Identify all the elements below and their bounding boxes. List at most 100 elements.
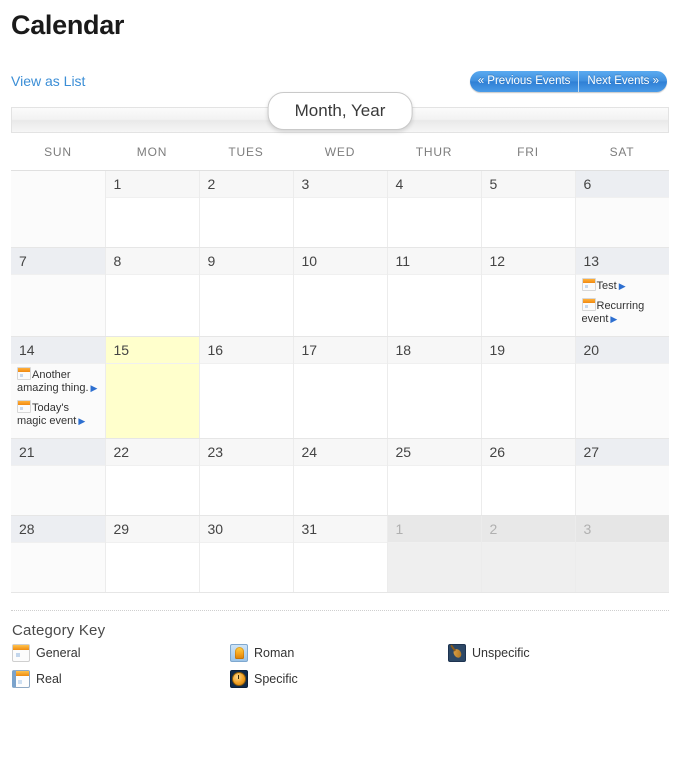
weekday-header-wed: WED xyxy=(293,133,387,171)
calendar-day-cell[interactable]: 16 xyxy=(199,336,294,439)
category-key-item[interactable]: Specific xyxy=(230,669,448,688)
calendar-day-cell[interactable]: 4 xyxy=(387,170,482,248)
day-number: 29 xyxy=(105,515,199,543)
event-expand-arrow-icon[interactable]: ▶ xyxy=(610,314,617,324)
calendar-day-cell[interactable]: 27 xyxy=(575,438,669,516)
previous-events-button[interactable]: « Previous Events xyxy=(470,71,580,92)
calendar-grid: SUN MON TUES WED THUR FRI SAT 1 2 3 4 5 6 7 8 9 10 11 12 1… xyxy=(11,133,669,593)
day-number: 13 xyxy=(575,248,669,275)
calendar-day-cell[interactable]: 25 xyxy=(387,438,482,516)
calendar-day-cell[interactable]: 20 xyxy=(575,336,669,439)
calendar-day-cell[interactable]: 21 xyxy=(11,438,106,516)
icon-glyph xyxy=(232,671,246,686)
day-number: 3 xyxy=(293,171,387,198)
calendar-day-cell[interactable]: 17 xyxy=(293,336,388,439)
calendar-category-icon xyxy=(12,643,30,662)
day-number: 27 xyxy=(575,438,669,466)
day-number: 8 xyxy=(105,248,199,275)
month-year-label[interactable]: Month, Year xyxy=(267,92,413,130)
day-number: 14 xyxy=(11,336,105,364)
calendar-day-cell[interactable]: 18 xyxy=(387,336,482,439)
day-number: 18 xyxy=(387,336,481,364)
category-key-item[interactable]: Real xyxy=(12,669,230,688)
calendar-day-cell[interactable]: 12 xyxy=(481,247,576,337)
category-key-item[interactable]: General xyxy=(12,643,230,662)
calendar-event[interactable]: Test ▶ xyxy=(581,278,666,294)
calendar-event[interactable]: Recurring event ▶ xyxy=(581,297,666,327)
calendar-day-cell[interactable]: 19 xyxy=(481,336,576,439)
event-expand-arrow-icon[interactable]: ▶ xyxy=(91,383,98,393)
calendar-day-cell[interactable]: 6 xyxy=(575,170,669,248)
category-key-item[interactable]: Roman xyxy=(230,643,448,662)
event-expand-arrow-icon[interactable]: ▶ xyxy=(78,416,85,426)
view-as-list-link[interactable]: View as List xyxy=(11,73,85,89)
calendar-event[interactable]: Today's magic event ▶ xyxy=(17,399,101,429)
calendar-day-cell[interactable]: 15 xyxy=(105,336,200,439)
calendar-event-icon xyxy=(17,399,31,413)
month-band: Month, Year xyxy=(11,92,669,133)
day-number: 24 xyxy=(293,438,387,466)
calendar-day-cell[interactable]: 5 xyxy=(481,170,576,248)
category-key-title: Category Key xyxy=(12,621,106,639)
event-expand-arrow-icon[interactable]: ▶ xyxy=(619,281,626,291)
calendar-day-cell[interactable]: 14 Another amazing thing. ▶ Today's magic e… xyxy=(11,336,106,439)
day-number: 20 xyxy=(575,336,669,364)
day-number: 28 xyxy=(11,515,105,543)
calendar-day-cell[interactable]: 29 xyxy=(105,515,200,593)
calendar-day-cell[interactable]: 3 xyxy=(575,515,669,593)
helmet-category-icon xyxy=(230,643,248,662)
calendar-day-cell[interactable]: 7 xyxy=(11,247,106,337)
calendar-day-cell[interactable]: 24 xyxy=(293,438,388,516)
weekday-header-fri: FRI xyxy=(481,133,575,171)
day-number: 2 xyxy=(481,515,575,543)
day-number: 23 xyxy=(199,438,293,466)
calendar-day-cell[interactable]: 22 xyxy=(105,438,200,516)
calendar-week-row: 14 Another amazing thing. ▶ Today's magic e… xyxy=(11,336,669,439)
calendar-day-cell[interactable]: 8 xyxy=(105,247,200,337)
calendar-day-cell[interactable]: 28 xyxy=(11,515,106,593)
calendar-day-cell[interactable]: 1 xyxy=(387,515,482,593)
category-key-label: Roman xyxy=(254,645,295,660)
calendar-week-row: 21 22 23 24 25 26 27 xyxy=(11,438,669,516)
day-number: 31 xyxy=(293,515,387,543)
calendar-day-cell[interactable]: 3 xyxy=(293,170,388,248)
icon-glyph xyxy=(452,647,463,660)
calendar-event-icon xyxy=(581,278,596,291)
calendar-week-row: 123456 xyxy=(11,170,669,248)
calendar-page: Calendar View as List « Previous Events … xyxy=(0,0,680,770)
day-number: 1 xyxy=(387,515,481,543)
weekday-header-sat: SAT xyxy=(575,133,669,171)
guitar-category-icon xyxy=(448,643,466,662)
calendar-day-cell[interactable]: 26 xyxy=(481,438,576,516)
weekday-header-row: SUN MON TUES WED THUR FRI SAT xyxy=(11,133,669,171)
day-number: 21 xyxy=(11,438,105,466)
next-events-button[interactable]: Next Events » xyxy=(579,71,667,92)
calendar-day-cell[interactable]: 23 xyxy=(199,438,294,516)
calendar-event[interactable]: Another amazing thing. ▶ xyxy=(17,366,101,396)
day-number: 10 xyxy=(293,248,387,275)
calendar-day-cell[interactable]: 13 Test ▶ Recurring event ▶ xyxy=(575,247,669,337)
calendar-day-cell[interactable]: 11 xyxy=(387,247,482,337)
day-number: 3 xyxy=(575,515,669,543)
notebook-category-icon xyxy=(12,669,30,688)
calendar-event-icon xyxy=(17,366,31,380)
calendar-day-cell[interactable]: 30 xyxy=(199,515,294,593)
day-number: 2 xyxy=(199,171,293,198)
calendar-day-cell[interactable]: 1 xyxy=(105,170,200,248)
day-number: 7 xyxy=(11,248,105,275)
weekday-header-tues: TUES xyxy=(199,133,293,171)
calendar-body: 1 2 3 4 5 6 7 8 9 10 11 12 13 Test ▶ Recurring event ▶ 14… xyxy=(11,170,669,593)
calendar-day-cell[interactable]: 31 xyxy=(293,515,388,593)
calendar-event-title: Test xyxy=(596,280,617,292)
calendar-day-cell[interactable]: 2 xyxy=(199,170,294,248)
day-number: 19 xyxy=(481,336,575,364)
calendar-day-cell[interactable]: 10 xyxy=(293,247,388,337)
calendar-day-cell[interactable]: 2 xyxy=(481,515,576,593)
category-key-label: General xyxy=(36,645,81,660)
calendar-day-cell[interactable]: 9 xyxy=(199,247,294,337)
calendar-day-cell[interactable] xyxy=(11,170,106,248)
day-number: 25 xyxy=(387,438,481,466)
category-key-item[interactable]: Unspecific xyxy=(448,643,666,662)
day-number: 22 xyxy=(105,438,199,466)
page-title: Calendar xyxy=(11,10,125,40)
